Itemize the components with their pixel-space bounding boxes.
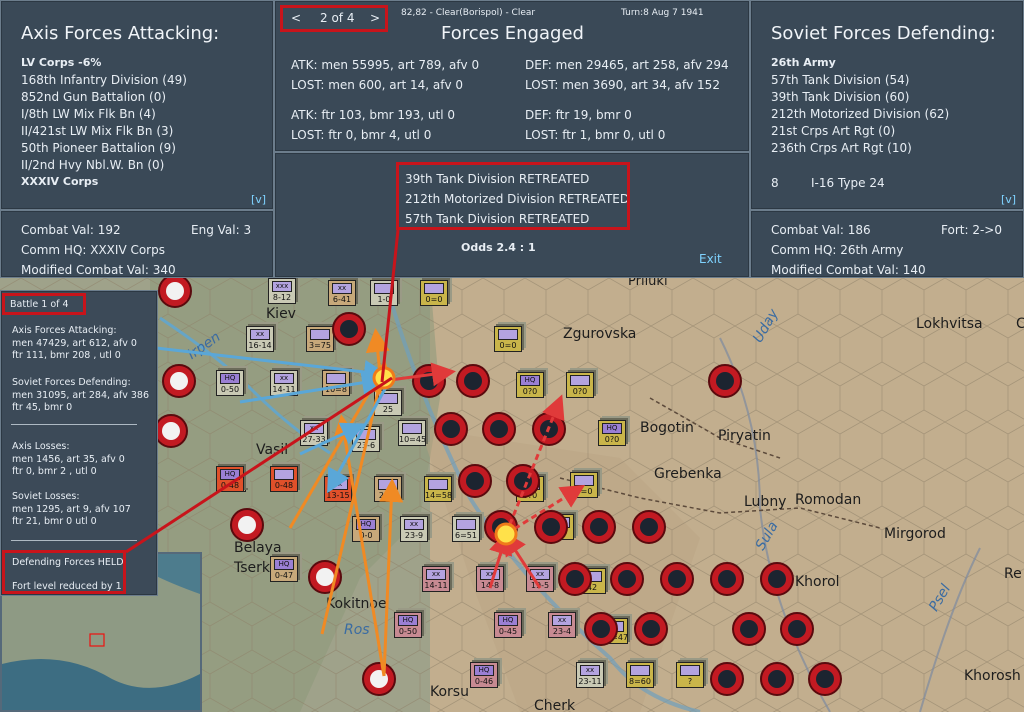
battle-axis-loss-head: Axis Losses: [12, 441, 70, 452]
axis-unit-4[interactable]: II/421st LW Mix Flk Bn (3) [21, 124, 173, 138]
battle-axis-l1: men 47429, art 612, afv 0 [12, 338, 137, 349]
soviet-panel: Soviet Forces Defending: 26th Army 57th T… [750, 0, 1024, 210]
axis-unit-5[interactable]: 50th Pioneer Battalion (9) [21, 141, 176, 155]
soviet-unit-5[interactable]: 236th Crps Art Rgt (10) [771, 141, 912, 155]
battle-sov-l2: ftr 45, bmr 0 [12, 402, 73, 413]
soviet-unit-0[interactable]: 26th Army [771, 56, 836, 70]
attack-arrow [389, 362, 456, 387]
soviet-comm-hq: Comm HQ: 26th Army [771, 243, 904, 257]
atk-air-lost: LOST: ftr 0, bmr 4, utl 0 [291, 128, 432, 142]
soviet-unit-3[interactable]: 212th Motorized Division (62) [771, 107, 949, 121]
atk-air: ATK: ftr 103, bmr 193, utl 0 [291, 108, 456, 122]
engaged-title: Forces Engaged [441, 23, 584, 44]
battle-axis-loss-l1: men 1456, art 35, afv 0 [12, 454, 125, 465]
def-air-lost: LOST: ftr 1, bmr 0, utl 0 [525, 128, 666, 142]
attack-arrow [505, 484, 586, 536]
soviet-modified-combat: Modified Combat Val: 140 [771, 263, 926, 277]
attack-arrow [504, 394, 565, 535]
axis-expand-button[interactable]: [v] [251, 193, 266, 207]
soviet-fort: Fort: 2->0 [941, 223, 1002, 237]
battle-sov-head: Soviet Forces Defending: [12, 377, 131, 388]
def-air: DEF: ftr 19, bmr 0 [525, 108, 632, 122]
highlight-battle-result [2, 550, 126, 594]
attack-arrow [239, 370, 386, 404]
axis-comm-hq: Comm HQ: XXXIV Corps [21, 243, 165, 257]
soviet-title: Soviet Forces Defending: [771, 23, 996, 44]
atk-ground: ATK: men 55995, art 789, afv 0 [291, 58, 480, 72]
axis-unit-2[interactable]: 852nd Gun Battalion (0) [21, 90, 166, 104]
battle-axis-l2: ftr 111, bmr 208 , utl 0 [12, 350, 121, 361]
battle-sov-loss-l2: ftr 21, bmr 0 utl 0 [12, 516, 97, 527]
battle-divider-2 [11, 540, 137, 541]
axis-panel: Axis Forces Attacking: LV Corps -6% 168th… [0, 0, 274, 210]
odds-label: Odds 2.4 : 1 [461, 241, 536, 254]
battle-axis-loss-l2: ftr 0, bmr 2 , utl 0 [12, 466, 97, 477]
atk-ground-lost: LOST: men 600, art 14, afv 0 [291, 78, 464, 92]
battle-sov-l1: men 31095, art 284, afv 386 [12, 390, 149, 401]
axis-unit-3[interactable]: I/8th LW Mix Flk Bn (4) [21, 107, 156, 121]
axis-title: Axis Forces Attacking: [21, 23, 220, 44]
combat-burst-icon [372, 366, 396, 390]
exit-button[interactable]: Exit [699, 252, 722, 266]
battle-sov-loss-l1: men 1295, art 9, afv 107 [12, 504, 131, 515]
soviet-unit-1[interactable]: 57th Tank Division (54) [771, 73, 909, 87]
def-ground-lost: LOST: men 3690, art 34, afv 152 [525, 78, 720, 92]
attack-arrow [379, 478, 404, 677]
axis-combat-val: Combat Val: 192 [21, 223, 121, 237]
combat-burst-icon [494, 522, 518, 546]
axis-modified-combat: Modified Combat Val: 340 [21, 263, 176, 277]
battle-axis-head: Axis Forces Attacking: [12, 325, 117, 336]
axis-eng-val: Eng Val: 3 [191, 223, 252, 237]
hex-info: 82,82 - Clear(Borispol) - Clear [401, 8, 536, 18]
def-ground: DEF: men 29465, art 258, afv 294 [525, 58, 729, 72]
battle-sov-loss-head: Soviet Losses: [12, 491, 80, 502]
soviet-combat-val: Combat Val: 186 [771, 223, 871, 237]
axis-unit-6[interactable]: II/2nd Hvy Nbl.W. Bn (0) [21, 158, 164, 172]
soviet-unit-2[interactable]: 39th Tank Division (60) [771, 90, 909, 104]
axis-unit-1[interactable]: 168th Infantry Division (49) [21, 73, 187, 87]
turn-info: Turn:8 Aug 7 1941 [621, 8, 704, 18]
battle-divider [11, 424, 137, 425]
axis-summary-panel: Combat Val: 192 Eng Val: 3 Comm HQ: XXXI… [0, 210, 274, 278]
soviet-air-type: I-16 Type 24 [811, 176, 885, 190]
axis-unit-0[interactable]: LV Corps -6% [21, 56, 101, 70]
highlight-nav [280, 5, 388, 32]
highlight-battle-title [2, 293, 86, 315]
highlight-results [396, 162, 630, 230]
soviet-unit-4[interactable]: 21st Crps Art Rgt (0) [771, 124, 895, 138]
soviet-summary-panel: Combat Val: 186 Fort: 2->0 Comm HQ: 26th… [750, 210, 1024, 278]
axis-unit-7[interactable]: XXXIV Corps [21, 175, 98, 189]
soviet-air-count: 8 [771, 176, 779, 190]
soviet-expand-button[interactable]: [v] [1001, 193, 1016, 207]
attack-arrow [155, 346, 388, 384]
